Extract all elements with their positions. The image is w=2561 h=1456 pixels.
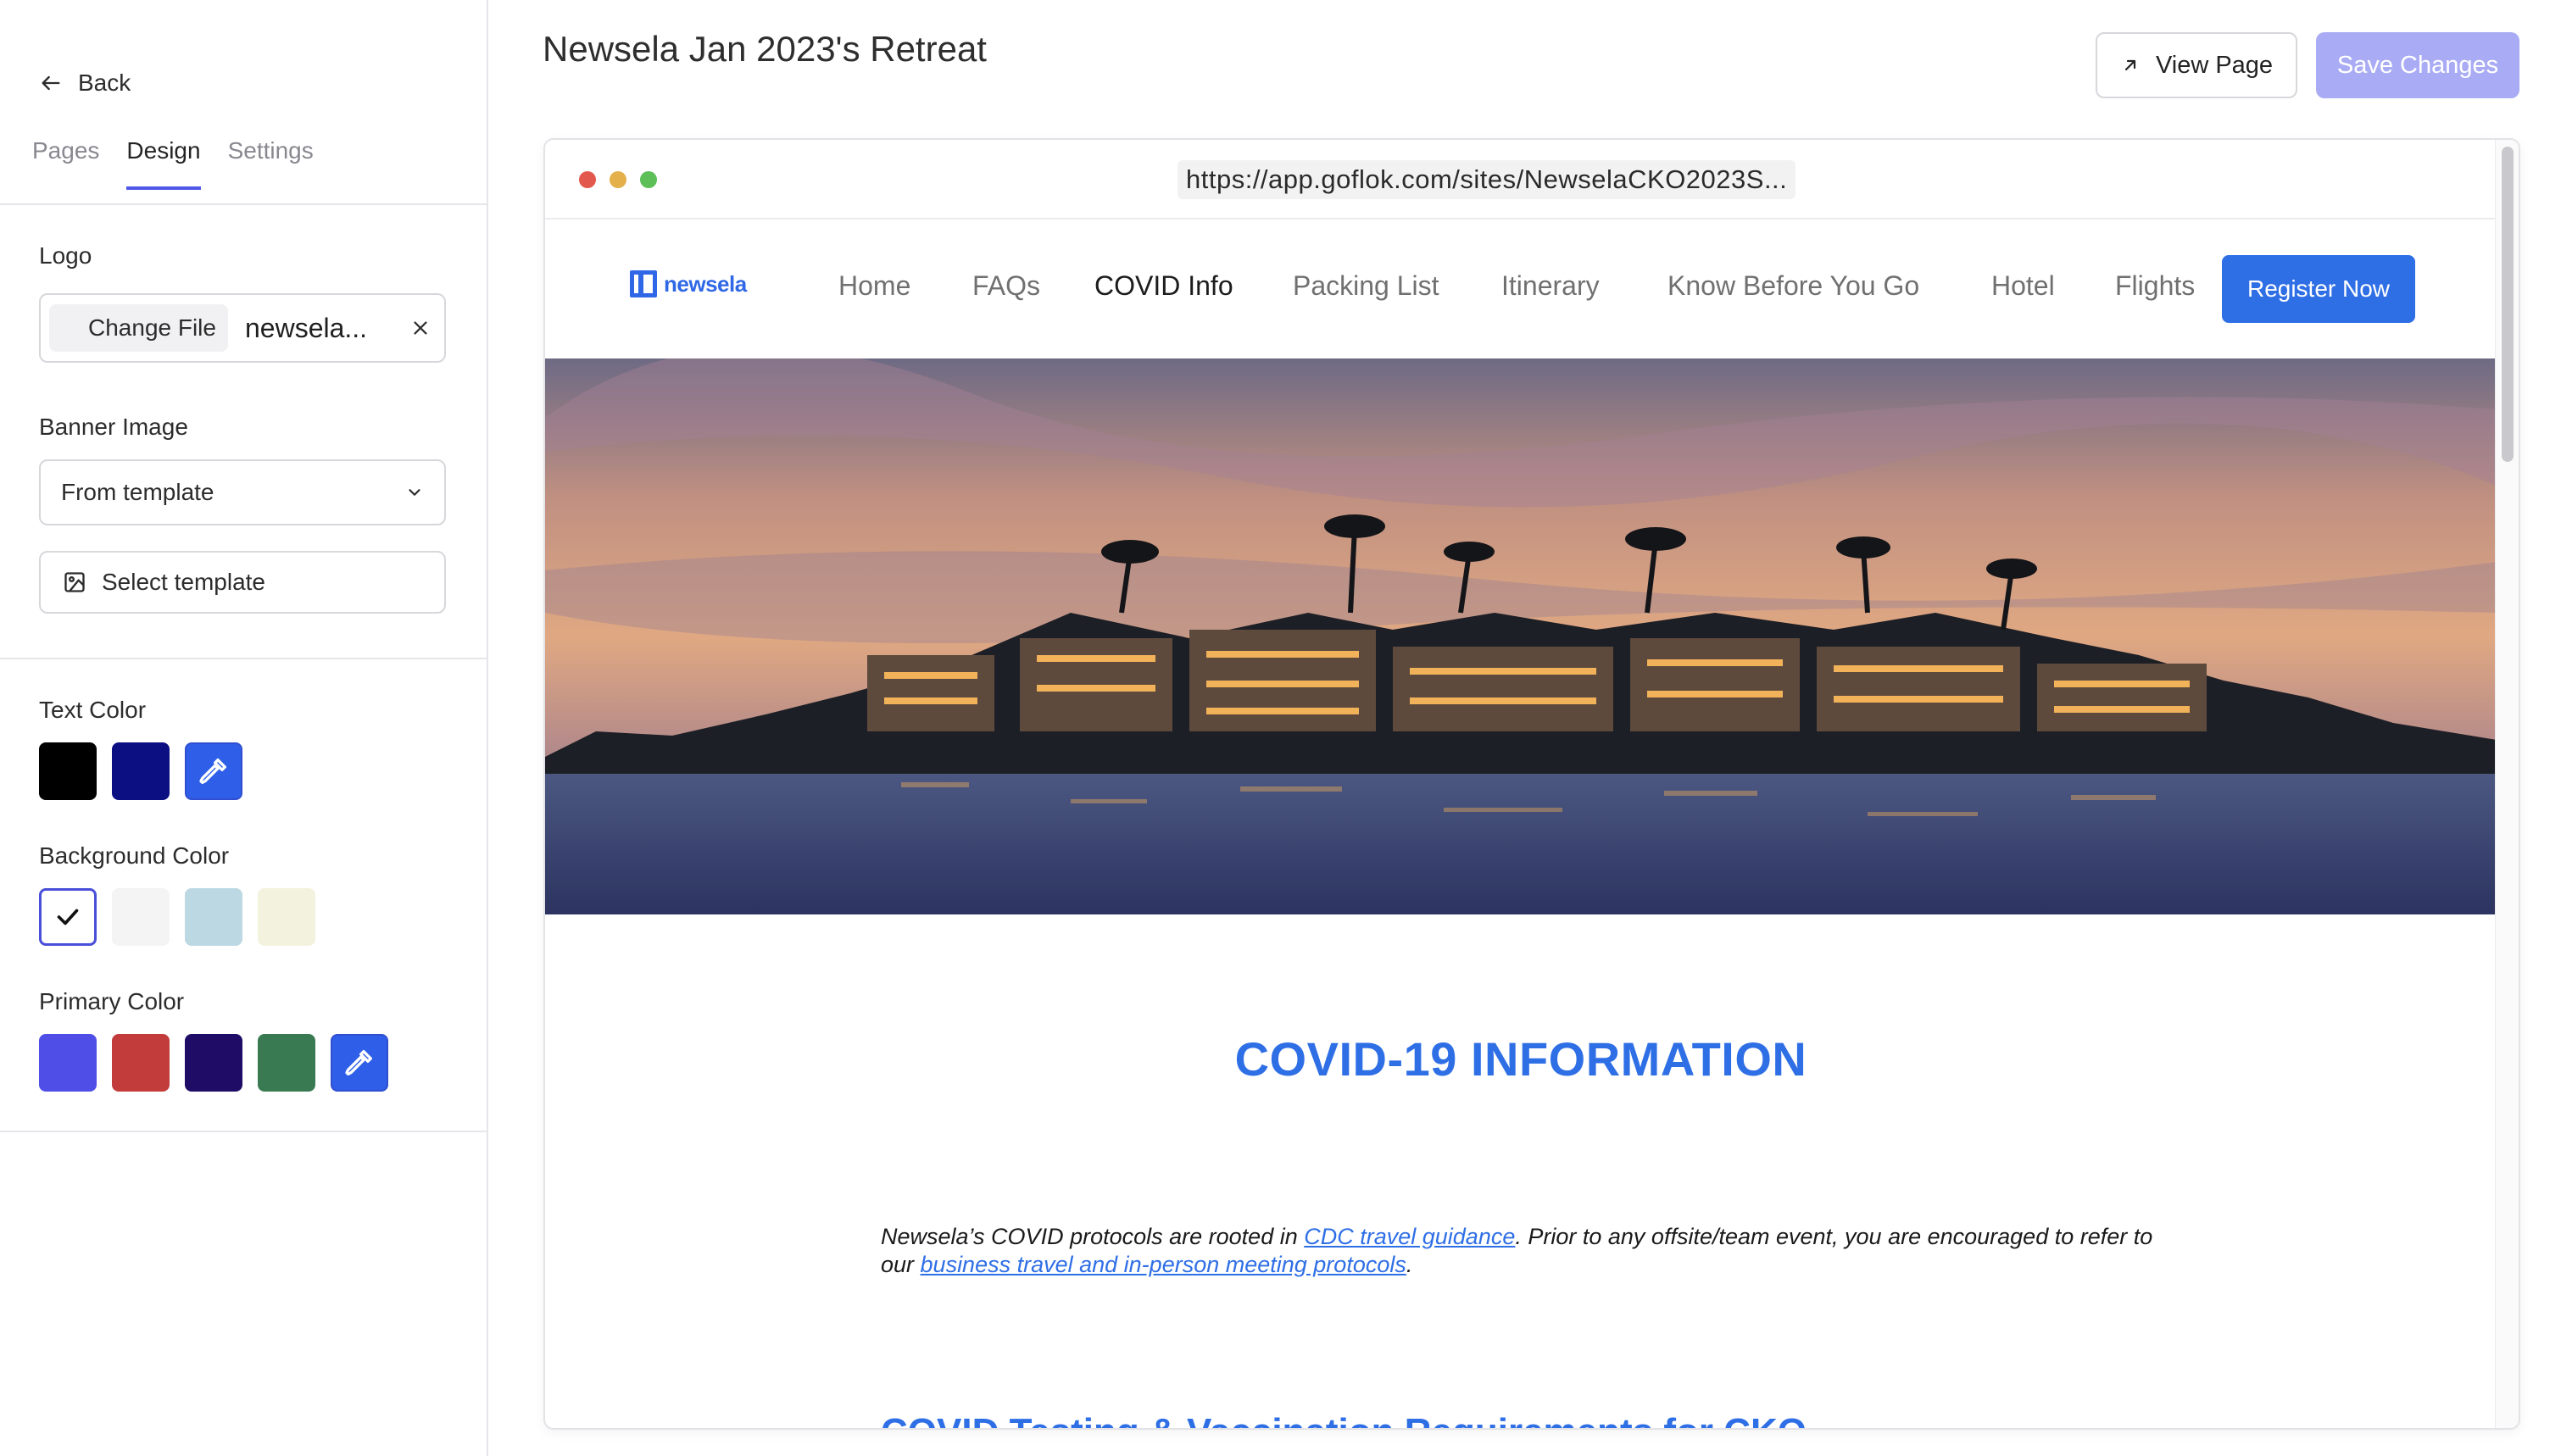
text-color-swatch-black[interactable] (39, 742, 97, 800)
banner-source-select[interactable]: From template (39, 459, 446, 525)
background-swatch-cream[interactable] (258, 888, 315, 946)
primary-swatch-red[interactable] (112, 1034, 170, 1092)
browser-toolbar: https://app.goflok.com/sites/NewselaCKO2… (545, 140, 2519, 220)
background-swatch-white[interactable] (39, 888, 97, 946)
banner-image-label: Banner Image (39, 414, 188, 440)
primary-swatch-indigo[interactable] (39, 1034, 97, 1092)
url-bar[interactable]: https://app.goflok.com/sites/NewselaCKO2… (1178, 160, 1796, 199)
covid-testing-heading: COVID Testing & Vaccination Requirements… (881, 1411, 2068, 1428)
select-template-label: Select template (102, 569, 265, 595)
tab-pages[interactable]: Pages (32, 137, 99, 190)
eyedropper-icon (199, 759, 226, 784)
background-color-swatches (39, 888, 315, 946)
back-button[interactable]: Back (39, 66, 131, 100)
primary-color-picker[interactable] (331, 1034, 388, 1092)
logo-file-field: Change File newsela... (39, 293, 446, 363)
background-color-label: Background Color (39, 842, 230, 869)
site-nav-packing-list[interactable]: Packing List (1293, 270, 1439, 302)
save-changes-button[interactable]: Save Changes (2316, 32, 2519, 98)
design-sidebar: Back Pages Design Settings Logo Change F… (0, 0, 488, 1456)
text-color-picker[interactable] (185, 742, 242, 800)
remove-file-button[interactable] (405, 313, 436, 343)
select-template-button[interactable]: Select template (39, 551, 446, 614)
primary-color-swatches (39, 1034, 388, 1092)
external-arrow-icon (2124, 59, 2136, 71)
text-color-swatches (39, 742, 242, 800)
site-nav-faqs[interactable]: FAQs (972, 270, 1040, 302)
maximize-dot (640, 171, 657, 188)
tab-design[interactable]: Design (126, 137, 201, 190)
site-nav-links: Home FAQs COVID Info Packing List Itiner… (545, 221, 2497, 358)
resort-sunset-illustration (545, 358, 2497, 914)
primary-swatch-dark-purple[interactable] (185, 1034, 242, 1092)
site-nav-covid-info[interactable]: COVID Info (1094, 270, 1233, 302)
covid-text-part: . (1406, 1252, 1413, 1277)
covid-heading: COVID-19 INFORMATION (1234, 1032, 1807, 1086)
site-nav-itinerary[interactable]: Itinerary (1501, 270, 1600, 302)
image-icon (64, 572, 85, 592)
tab-settings[interactable]: Settings (228, 137, 314, 190)
section-divider (0, 1131, 488, 1132)
arrow-left-icon (42, 75, 60, 91)
chevron-down-icon (409, 489, 420, 496)
change-file-button[interactable]: Change File (49, 304, 228, 352)
text-color-label: Text Color (39, 697, 147, 723)
site-navbar: newsela Home FAQs COVID Info Packing Lis… (545, 221, 2497, 358)
covid-text-part: Newsela’s COVID protocols are rooted in (881, 1224, 1305, 1249)
travel-protocols-link[interactable]: business travel and in-person meeting pr… (921, 1252, 1406, 1277)
preview-scrollbar[interactable] (2495, 140, 2519, 1428)
section-divider (0, 658, 488, 659)
primary-swatch-green[interactable] (258, 1034, 315, 1092)
back-label: Back (78, 69, 131, 96)
close-dot (579, 171, 596, 188)
site-nav-home[interactable]: Home (838, 270, 910, 302)
view-page-label: View Page (2155, 51, 2274, 79)
logo-file-name: newsela... (244, 312, 368, 343)
cdc-guidance-link[interactable]: CDC travel guidance (1304, 1224, 1515, 1249)
site-nav-flights[interactable]: Flights (2115, 270, 2195, 302)
view-page-button[interactable]: View Page (2096, 32, 2297, 98)
site-preview-window: https://app.goflok.com/sites/NewselaCKO2… (543, 138, 2520, 1430)
site-nav-hotel[interactable]: Hotel (1991, 270, 2055, 302)
banner-image (545, 358, 2497, 914)
close-icon (414, 321, 427, 335)
sidebar-tabs: Pages Design Settings (32, 137, 314, 190)
background-swatch-light-gray[interactable] (112, 888, 170, 946)
page-title: Newsela Jan 2023's Retreat (543, 29, 987, 69)
site-nav-know-before-you-go[interactable]: Know Before You Go (1667, 270, 1919, 302)
preview-scrollbar-thumb[interactable] (2502, 147, 2514, 462)
covid-protocols-text: Newsela’s COVID protocols are rooted in … (881, 1223, 2169, 1279)
banner-source-value: From template (61, 479, 214, 505)
background-swatch-light-blue[interactable] (185, 888, 242, 946)
checkmark-icon (57, 909, 79, 925)
tabs-divider (0, 203, 488, 205)
text-color-swatch-navy[interactable] (112, 742, 170, 800)
minimize-dot (610, 171, 626, 188)
logo-label: Logo (39, 242, 92, 269)
register-now-button[interactable]: Register Now (2222, 255, 2415, 323)
primary-color-label: Primary Color (39, 988, 185, 1014)
eyedropper-icon (345, 1050, 372, 1075)
